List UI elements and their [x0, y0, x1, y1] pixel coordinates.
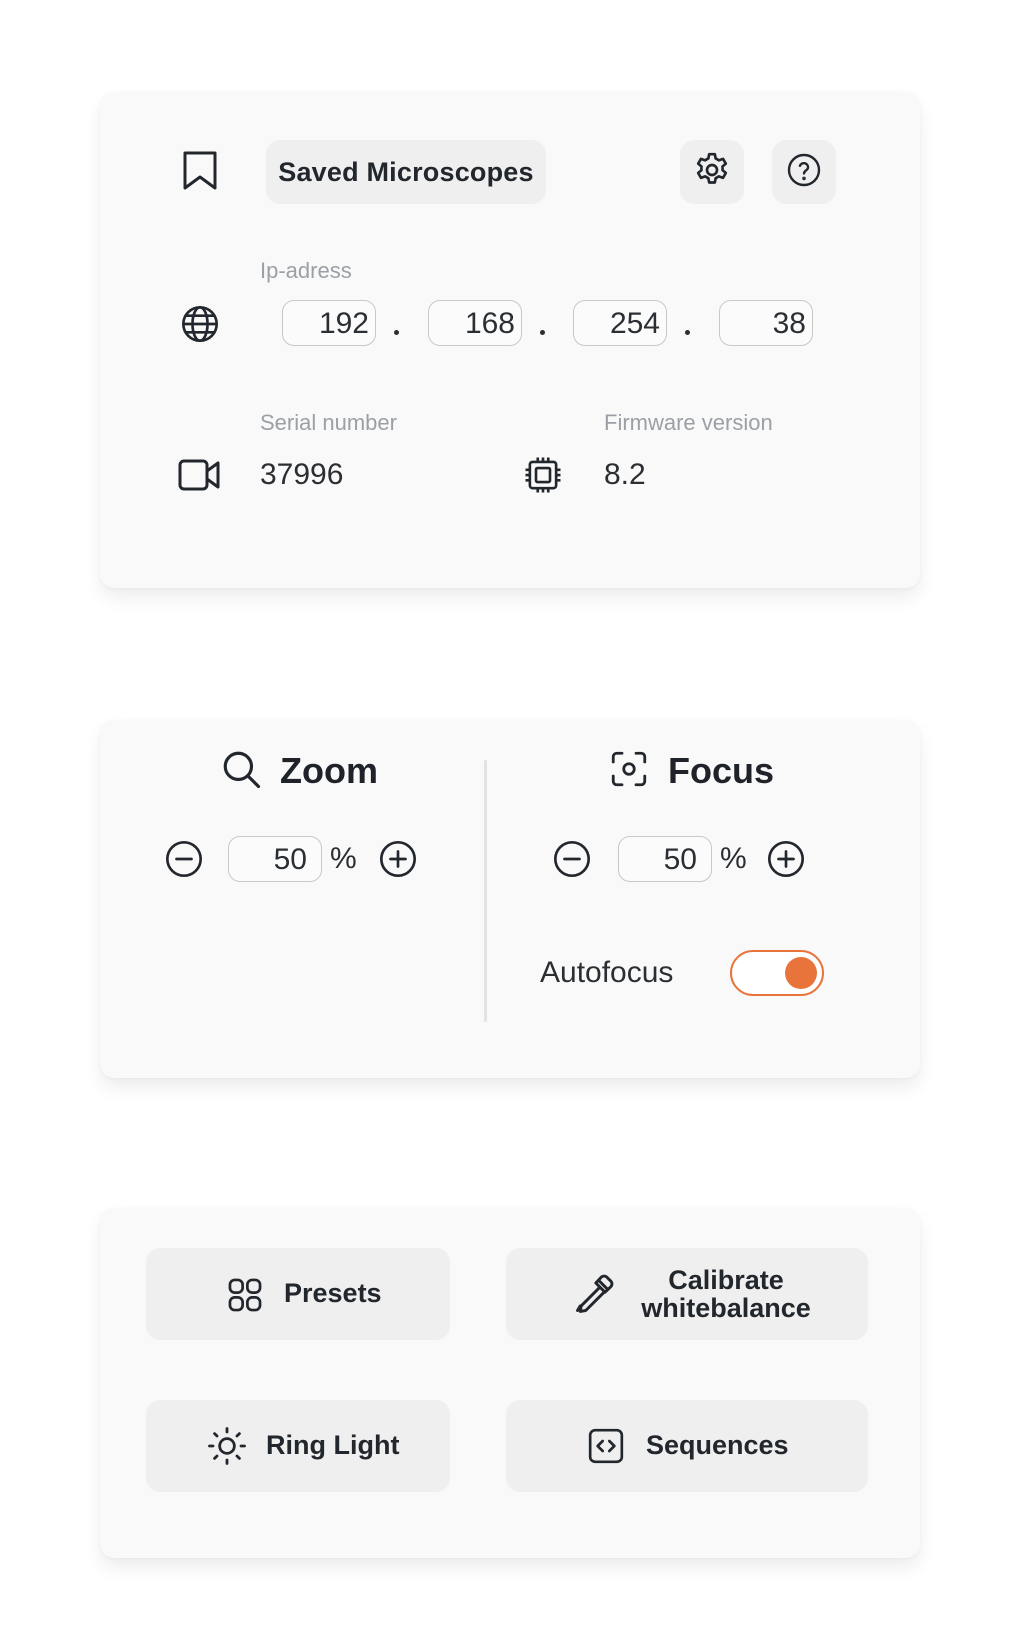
zoom-value-input[interactable]: 50: [228, 836, 322, 882]
ip-octet-4-input[interactable]: 38: [719, 300, 813, 346]
code-icon: [586, 1426, 626, 1466]
zoom-decrease-button[interactable]: [164, 839, 204, 879]
serial-number-label: Serial number: [260, 410, 397, 435]
section-divider: [484, 760, 487, 1022]
sequences-button[interactable]: Sequences: [506, 1400, 868, 1492]
video-camera-icon: [178, 458, 222, 492]
settings-button[interactable]: [680, 140, 744, 204]
firmware-version-value: 8.2: [604, 458, 646, 491]
grid-icon: [226, 1276, 264, 1314]
focus-increase-button[interactable]: [766, 839, 806, 879]
ip-octet-1-input[interactable]: 192: [282, 300, 376, 346]
focus-icon: [608, 748, 650, 790]
ip-separator-dot: [394, 330, 399, 335]
autofocus-toggle[interactable]: [730, 950, 824, 996]
calibrate-whitebalance-button[interactable]: Calibrate whitebalance: [506, 1248, 868, 1340]
ip-separator-dot: [540, 330, 545, 335]
bookmark-icon[interactable]: [180, 150, 220, 192]
zoom-focus-card: Zoom 50 % Focus 50 % Autofocus: [100, 720, 920, 1078]
focus-decrease-button[interactable]: [552, 839, 592, 879]
ip-octet-2-input[interactable]: 168: [428, 300, 522, 346]
zoom-increase-button[interactable]: [378, 839, 418, 879]
autofocus-label: Autofocus: [540, 956, 674, 989]
plus-circle-icon: [768, 841, 804, 877]
ip-octet-3-input[interactable]: 254: [573, 300, 667, 346]
ring-light-label: Ring Light: [266, 1430, 400, 1460]
plus-circle-icon: [380, 841, 416, 877]
toggle-knob: [785, 957, 817, 989]
minus-circle-icon: [166, 841, 202, 877]
ip-separator-dot: [685, 330, 690, 335]
saved-microscopes-label: Saved Microscopes: [278, 156, 534, 187]
focus-title: Focus: [668, 750, 775, 791]
zoom-unit: %: [330, 842, 357, 875]
focus-value-input[interactable]: 50: [618, 836, 712, 882]
ring-light-button[interactable]: Ring Light: [146, 1400, 450, 1492]
calibrate-whitebalance-label: Calibrate whitebalance: [626, 1266, 826, 1322]
firmware-version-label: Firmware version: [604, 410, 773, 435]
actions-card: Presets Calibrate whitebalance Ring Ligh…: [100, 1208, 920, 1558]
presets-label: Presets: [284, 1278, 382, 1308]
sequences-label: Sequences: [646, 1430, 789, 1460]
device-card: Saved Microscopes Ip-adress 192 168 254 …: [100, 92, 920, 588]
calibrate-label-line2: whitebalance: [641, 1293, 811, 1323]
calibrate-label-line1: Calibrate: [668, 1265, 784, 1295]
gear-icon: [692, 150, 732, 195]
ip-address-label: Ip-adress: [260, 258, 352, 283]
zoom-title: Zoom: [280, 750, 378, 791]
search-icon: [220, 748, 262, 790]
minus-circle-icon: [554, 841, 590, 877]
eyedropper-icon: [572, 1272, 616, 1316]
globe-icon: [180, 304, 220, 344]
presets-button[interactable]: Presets: [146, 1248, 450, 1340]
chip-icon: [522, 454, 564, 496]
saved-microscopes-button[interactable]: Saved Microscopes: [266, 140, 546, 204]
sun-icon: [206, 1425, 248, 1467]
serial-number-value: 37996: [260, 458, 344, 491]
help-button[interactable]: [772, 140, 836, 204]
help-icon: [786, 152, 822, 193]
focus-unit: %: [720, 842, 747, 875]
